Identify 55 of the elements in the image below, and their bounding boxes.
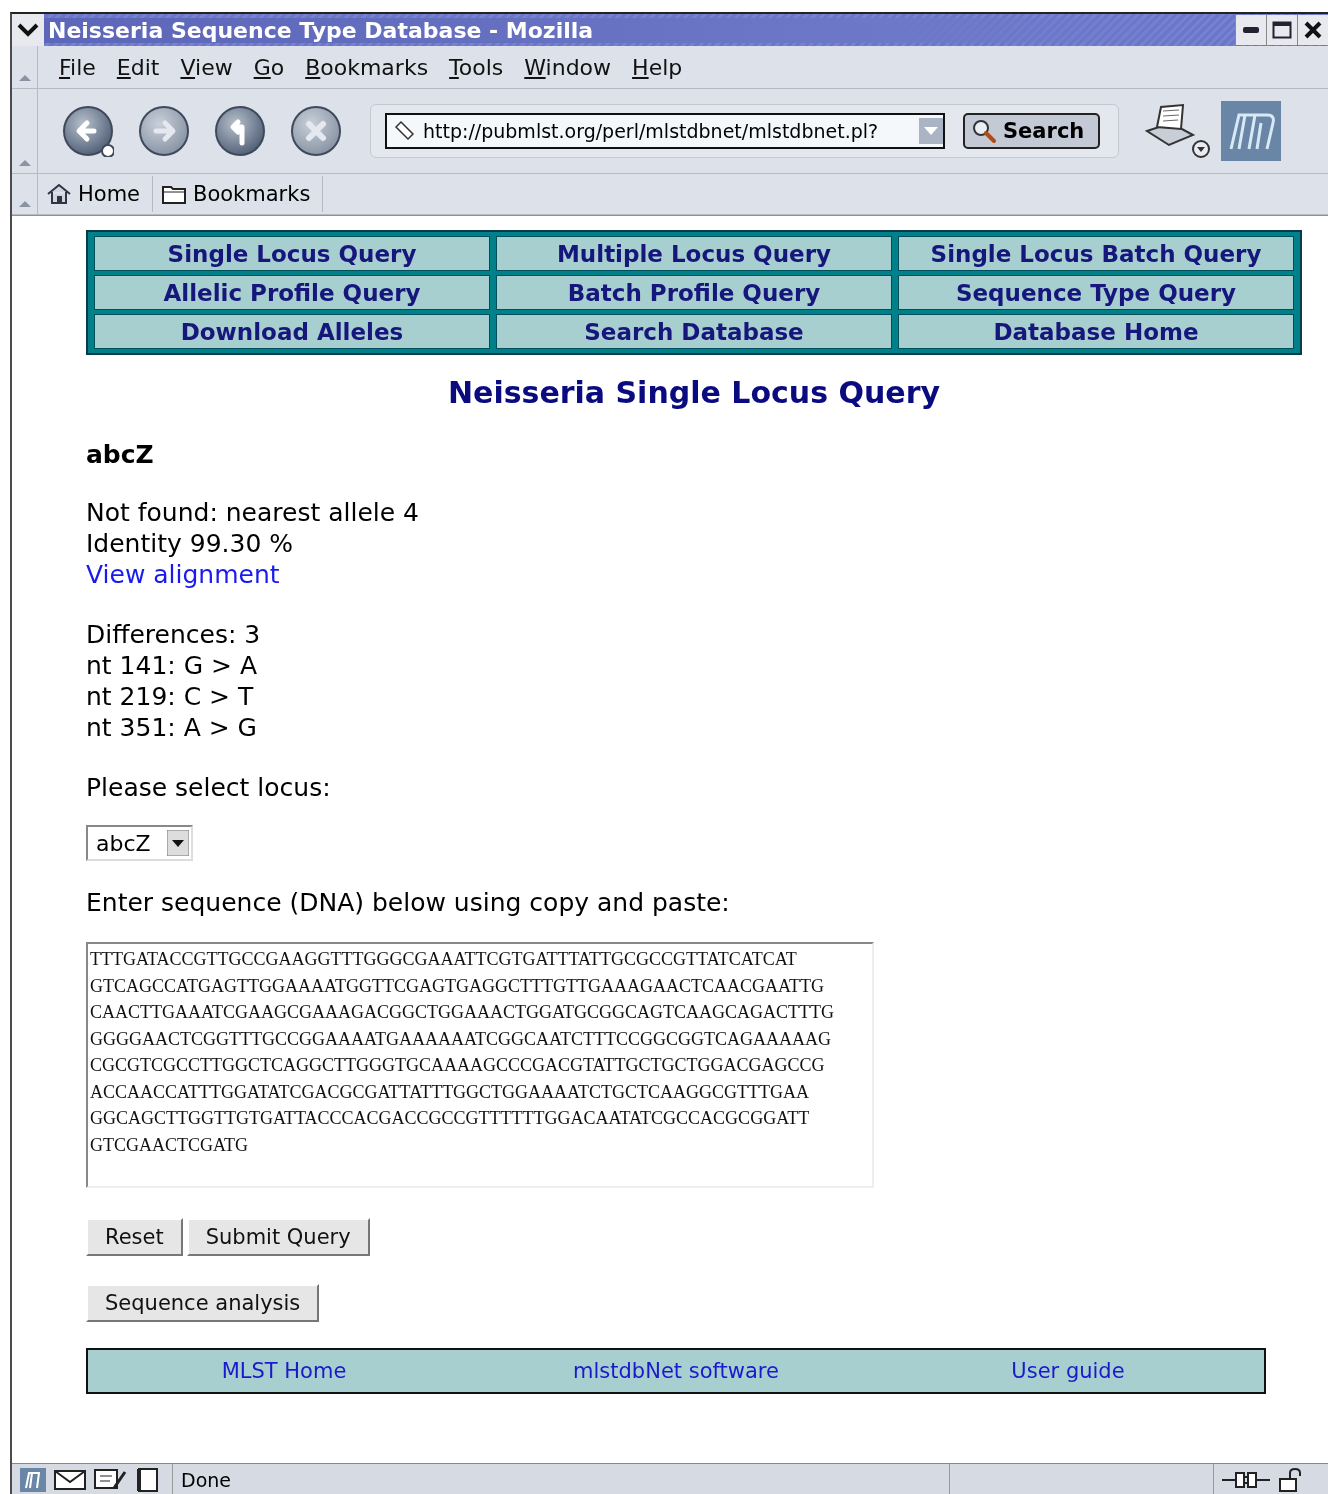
reload-button[interactable] [214, 105, 266, 157]
page-tag-icon [393, 120, 415, 142]
result-text: Not found: nearest allele 4 [86, 498, 419, 527]
footer-link[interactable]: mlstdbNet software [573, 1359, 779, 1383]
address-book-icon[interactable] [136, 1468, 160, 1492]
dropdown-arrow-icon [167, 830, 189, 856]
menu-item[interactable]: Edit [116, 54, 160, 80]
mozilla-logo-icon[interactable] [20, 1468, 46, 1492]
close-icon[interactable] [1304, 21, 1322, 39]
composer-icon[interactable] [94, 1468, 128, 1492]
padlock-icon [1278, 1467, 1304, 1493]
sequence-prompt: Enter sequence (DNA) below using copy and paste: [86, 888, 730, 917]
form-button[interactable]: Submit Query [186, 1218, 370, 1256]
form-button[interactable]: Reset [86, 1218, 183, 1256]
menu-item[interactable]: Bookmarks [305, 54, 429, 80]
locus-title: abcZ [86, 440, 155, 469]
bookmarks-button[interactable]: Bookmarks [153, 176, 324, 212]
address-field[interactable]: http://pubmlst.org/perl/mlstdbnet/mlstdbnet.pl? [385, 113, 945, 149]
window-menu-icon[interactable] [17, 23, 39, 37]
status-text: Done [172, 1464, 950, 1494]
difference-text: nt 351: A > G [86, 713, 257, 742]
page-heading: Neisseria Single Locus Query [446, 375, 942, 410]
alignment-link[interactable]: View alignment [86, 559, 280, 590]
search-button[interactable]: Search [963, 113, 1101, 149]
locus-prompt: Please select locus: [86, 773, 331, 802]
menu-item[interactable]: File [59, 54, 96, 80]
difference-text: nt 141: G > A [86, 651, 257, 680]
back-button[interactable] [62, 105, 114, 157]
minimize-icon[interactable] [1242, 26, 1260, 34]
menu-item[interactable]: Go [253, 54, 285, 80]
toolbar-grip-icon[interactable] [17, 200, 32, 208]
folder-icon [161, 183, 187, 205]
mozilla-logo-icon[interactable] [1221, 101, 1282, 161]
result-text: Identity 99.30 % [86, 529, 294, 558]
mail-icon[interactable] [54, 1469, 86, 1491]
menu-item[interactable]: Tools [449, 54, 504, 80]
forward-button[interactable] [138, 105, 190, 157]
maximize-icon[interactable] [1272, 21, 1292, 39]
footer-link[interactable]: MLST Home [221, 1359, 347, 1383]
connection-icon [1222, 1469, 1270, 1491]
sequence-field[interactable]: TTTGATACCGTTGCCGAAGGTTTGGGCGAAATTCGTGATTTATTGCGCCGTTATCATCAT GTCAGCCATGAGTTGGAAAATGGTTCGAGTGAGGCTTTGTTGAAAGAACTCAACGAATTG CAACTTGAAATCGAAGCGAAAGACGGCTGGAAACTGGATGCGGCAGTCAAGCAGACTTTG GGGGAACTCGGTTTGCCGGAAAATGAAAAAATCGGCAATCTTTCCGGCGGTCAGAAAAAG CGCGTCGCCTTGGCTCAGGCTTGGGTGCAAAAGCCCGACGTATTGCTGCTGGACGAGCCG ACCAACCATTTGGATATCGACGCGATTATTTGGCTGGAAAATCTGCTCAAGGCGTTTGAA GGCAGCTTGGTTGTGATTACCCACGACCGCCGTTTTTTGGACAATATCGCCACGCGGATT GTCGAACTCGATG [86, 942, 874, 1188]
menu-item[interactable]: Help [632, 54, 683, 80]
stop-button[interactable] [290, 105, 342, 157]
house-icon [46, 183, 72, 205]
menu-item[interactable]: View [180, 54, 233, 80]
search-icon [971, 118, 997, 144]
toolbar-grip-icon[interactable] [17, 74, 32, 82]
footer-link[interactable]: User guide [1011, 1359, 1125, 1383]
home-button[interactable]: Home [38, 176, 153, 212]
difference-text: nt 219: C > T [86, 682, 254, 711]
sequence-analysis-button[interactable]: Sequence analysis [86, 1284, 320, 1322]
difference-text: Differences: 3 [86, 620, 261, 649]
toolbar-grip-icon[interactable] [17, 159, 32, 167]
locus-select[interactable]: abcZ [86, 825, 193, 861]
menu-item[interactable]: Window [524, 54, 612, 80]
